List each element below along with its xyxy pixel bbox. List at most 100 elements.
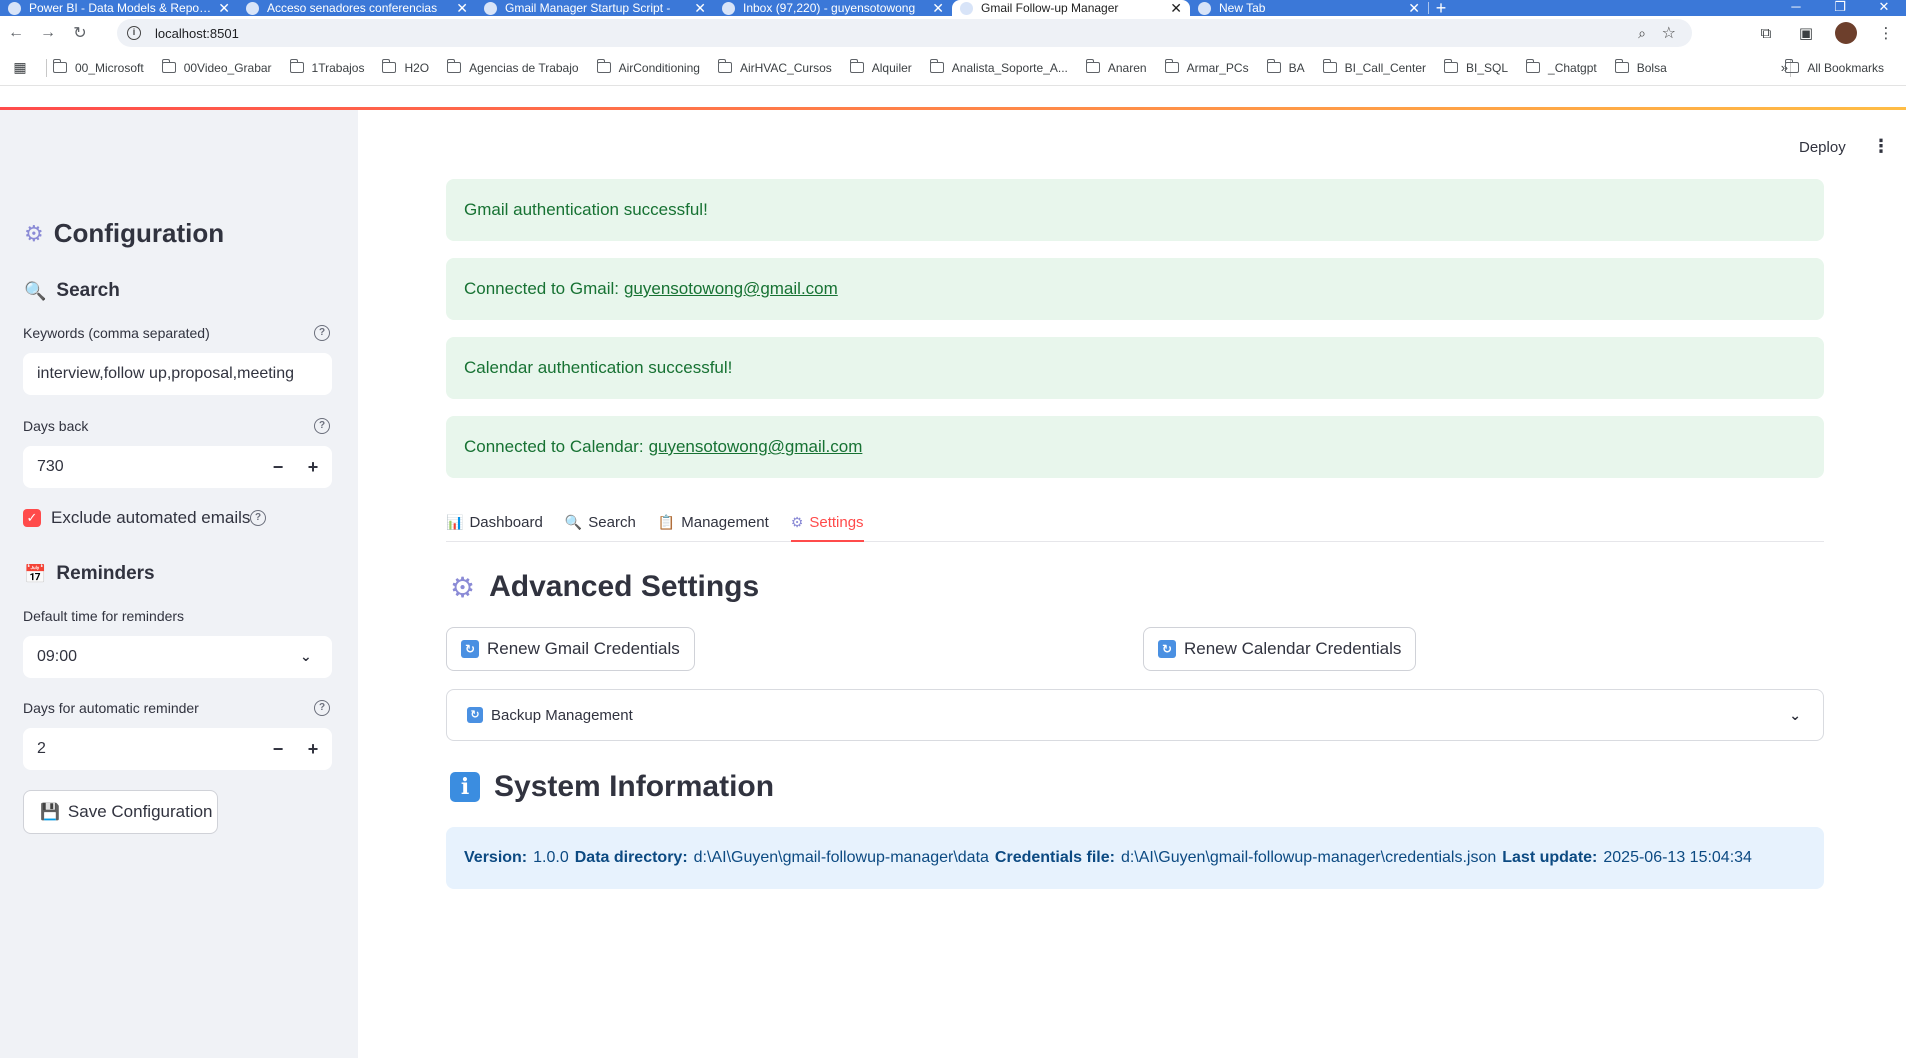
bookmark-folder[interactable]: AirConditioning (596, 59, 700, 75)
bookmark-folder[interactable]: _Chatgpt (1526, 59, 1597, 75)
new-tab-icon[interactable]: + (1429, 0, 1453, 17)
bookmark-folder[interactable]: 00Video_Grabar (161, 59, 272, 75)
calendar-email-link[interactable]: guyensotowong@gmail.com (649, 437, 863, 457)
folder-icon (1614, 59, 1629, 73)
gmail-connected-alert: Connected to Gmail: guyensotowong@gmail.c… (446, 258, 1824, 320)
credentials-file-label: Credentials file: (994, 849, 1115, 866)
data-directory-value: d:\AI\Guyen\gmail-followup-manager\data (693, 849, 989, 866)
site-info-icon[interactable]: i (127, 26, 141, 40)
decrement-button[interactable]: − (261, 446, 295, 488)
bookmark-folder[interactable]: BA (1266, 59, 1305, 75)
extensions-icon[interactable]: ⧉ (1746, 25, 1786, 42)
bookmark-folder[interactable]: 00_Microsoft (53, 59, 144, 75)
folder-icon (929, 59, 944, 73)
folder-icon (1443, 59, 1458, 73)
bookmark-folder[interactable]: H2O (382, 59, 429, 75)
close-icon[interactable]: ✕ (932, 0, 944, 16)
window-close-icon[interactable]: ✕ (1862, 0, 1906, 14)
renew-gmail-credentials-button[interactable]: ↻ Renew Gmail Credentials (446, 627, 695, 671)
streamlit-favicon-icon (484, 1, 497, 15)
chevron-down-icon[interactable]: ⌄ (300, 648, 312, 665)
close-icon[interactable]: ✕ (1170, 0, 1182, 16)
close-icon[interactable]: ✕ (1408, 0, 1420, 16)
gmail-email-link[interactable]: guyensotowong@gmail.com (624, 279, 838, 299)
zoom-icon[interactable]: ⌕ (1638, 25, 1646, 42)
decrement-button[interactable]: − (261, 728, 295, 770)
credentials-file-value: d:\AI\Guyen\gmail-followup-manager\crede… (1120, 849, 1497, 866)
floppy-disk-icon: 💾 (40, 804, 60, 821)
divider (46, 58, 47, 77)
gear-icon: ⚙ (790, 513, 804, 530)
back-icon[interactable]: ← (0, 24, 32, 42)
help-icon[interactable]: ? (314, 700, 330, 716)
tab-search[interactable]: 🔍 Search (565, 504, 636, 540)
close-icon[interactable]: ✕ (694, 0, 706, 16)
bookmark-folder[interactable]: BI_Call_Center (1322, 59, 1426, 75)
default-time-select[interactable]: 09:00 (23, 636, 332, 678)
bookmark-folder[interactable]: Alquiler (849, 59, 912, 75)
bookmark-folder[interactable]: Anaren (1085, 59, 1147, 75)
keywords-input[interactable]: interview,follow up,proposal,meeting (23, 353, 332, 395)
browser-tab-active[interactable]: Gmail Follow-up Manager ✕ (952, 0, 1190, 16)
system-information-heading: i System Information (450, 770, 774, 804)
bookmark-folder[interactable]: Armar_PCs (1164, 59, 1249, 75)
close-icon[interactable]: ✕ (218, 0, 230, 16)
system-info-box: Version: 1.0.0 Data directory: d:\AI\Guyen… (446, 827, 1824, 889)
exclude-automated-checkbox[interactable]: ✓ (23, 509, 41, 527)
browser-tab[interactable]: New Tab ✕ (1190, 0, 1428, 16)
folder-icon (596, 59, 611, 73)
folder-icon (1085, 59, 1100, 73)
search-section-header: 🔍 Search (24, 280, 120, 301)
increment-button[interactable]: + (296, 728, 330, 770)
folder-icon (717, 59, 732, 73)
close-icon[interactable]: ✕ (456, 0, 468, 16)
forward-icon[interactable]: → (32, 24, 64, 42)
backup-management-expander[interactable]: ↻ Backup Management ⌄ (446, 689, 1824, 741)
folder-icon (1164, 59, 1179, 73)
folder-icon (289, 59, 304, 73)
browser-tab[interactable]: Inbox (97,220) - guyensotowong ✕ (714, 0, 952, 16)
refresh-icon: ↻ (461, 640, 479, 658)
tab-management[interactable]: 📋 Management (658, 504, 769, 540)
address-bar[interactable]: i localhost:8501 ⌕ ☆ (117, 19, 1692, 47)
screen-cast-icon[interactable]: ▣ (1786, 24, 1826, 42)
minimize-icon[interactable]: ─ (1774, 0, 1818, 14)
reload-icon[interactable]: ↻ (64, 23, 96, 43)
gmail-favicon-icon (722, 1, 735, 15)
bookmark-folder[interactable]: AirHVAC_Cursos (717, 59, 832, 75)
folder-icon (382, 59, 397, 73)
profile-avatar[interactable] (1835, 22, 1857, 44)
gear-icon: ⚙ (450, 571, 476, 603)
chevron-down-icon[interactable]: ⌄ (1789, 707, 1801, 724)
reminders-section-header: 📅 Reminders (24, 563, 155, 584)
tab-settings[interactable]: ⚙ Settings (790, 504, 864, 542)
save-configuration-button[interactable]: 💾 Save Configuration (23, 790, 218, 834)
help-icon[interactable]: ? (314, 418, 330, 434)
all-bookmarks-folder[interactable]: All Bookmarks (1785, 59, 1884, 75)
version-value: 1.0.0 (533, 849, 569, 866)
bookmark-folder[interactable]: BI_SQL (1443, 59, 1508, 75)
url-text[interactable]: localhost:8501 (155, 26, 239, 41)
browser-tab[interactable]: Acceso senadores conferencias ✕ (238, 0, 476, 16)
renew-calendar-credentials-button[interactable]: ↻ Renew Calendar Credentials (1143, 627, 1417, 671)
browser-tab[interactable]: Gmail Manager Startup Script - ✕ (476, 0, 714, 16)
bookmark-star-icon[interactable]: ☆ (1662, 23, 1676, 43)
increment-button[interactable]: + (296, 446, 330, 488)
bookmark-folder[interactable]: 1Trabajos (289, 59, 364, 75)
restore-icon[interactable]: ❐ (1818, 0, 1862, 14)
help-icon[interactable]: ? (250, 510, 266, 526)
bookmark-folder[interactable]: Agencias de Trabajo (447, 59, 579, 75)
main-menu-icon[interactable]: ⋮ (1872, 136, 1890, 157)
bookmark-folder[interactable]: Analista_Soporte_A... (929, 59, 1068, 75)
bookmark-folder[interactable]: Bolsa (1614, 59, 1667, 75)
sidebar-title: ⚙ Configuration (24, 218, 225, 248)
help-icon[interactable]: ? (314, 325, 330, 341)
deploy-button[interactable]: Deploy (1799, 139, 1846, 156)
folder-icon (1322, 59, 1337, 73)
apps-grid-icon[interactable]: ▦ (0, 59, 40, 76)
tab-dashboard[interactable]: 📊 Dashboard (446, 504, 543, 540)
browser-menu-icon[interactable]: ⋮ (1866, 24, 1906, 42)
browser-toolbar: ← → ↻ i localhost:8501 ⌕ ☆ ⧉ ▣ ⋮ (0, 16, 1906, 50)
browser-tab[interactable]: Power BI - Data Models & Reports ✕ (0, 0, 238, 16)
gmail-auth-alert: Gmail authentication successful! (446, 179, 1824, 241)
